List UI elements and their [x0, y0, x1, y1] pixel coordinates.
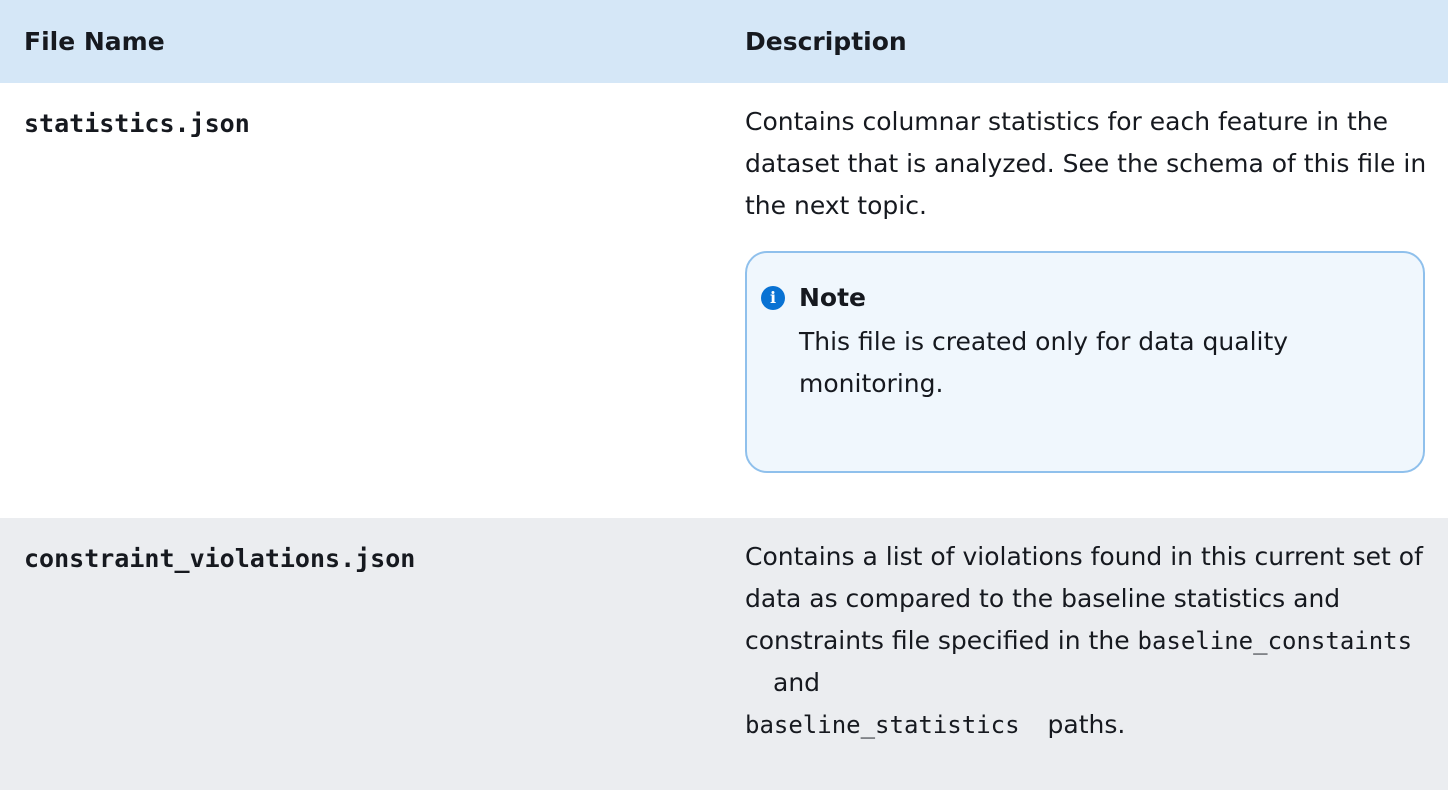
description-text-middle: and: [773, 668, 821, 697]
note-title: Note: [799, 283, 867, 312]
note-header: i Note: [761, 277, 1399, 319]
header-row: File Name Description: [0, 0, 1448, 83]
table-body: statistics.json Contains columnar statis…: [0, 83, 1448, 790]
description-text: Contains a list of violations found in t…: [745, 536, 1432, 746]
inline-code-baseline-constraints: baseline_constaints: [1137, 627, 1413, 655]
info-icon: i: [761, 286, 785, 310]
column-header-file-name: File Name: [24, 27, 165, 56]
description-text-after: paths.: [1047, 710, 1126, 739]
column-header-description: Description: [745, 27, 907, 56]
file-name-cell: constraint_violations.json: [24, 544, 416, 573]
table-header: File Name Description: [0, 0, 1448, 83]
table-row: statistics.json Contains columnar statis…: [0, 83, 1448, 518]
description-cell: Contains columnar statistics for each fe…: [720, 83, 1448, 518]
note-callout: i Note This file is created only for dat…: [745, 251, 1425, 473]
note-body: This file is created only for data quali…: [799, 327, 1289, 398]
description-cell: Contains a list of violations found in t…: [720, 518, 1448, 790]
files-table: File Name Description statistics.json Co…: [0, 0, 1448, 790]
description-text: Contains columnar statistics for each fe…: [745, 107, 1427, 220]
inline-code-baseline-statistics: baseline_statistics: [745, 711, 1020, 739]
table-row: constraint_violations.json Contains a li…: [0, 518, 1448, 790]
file-name-cell: statistics.json: [24, 109, 250, 138]
